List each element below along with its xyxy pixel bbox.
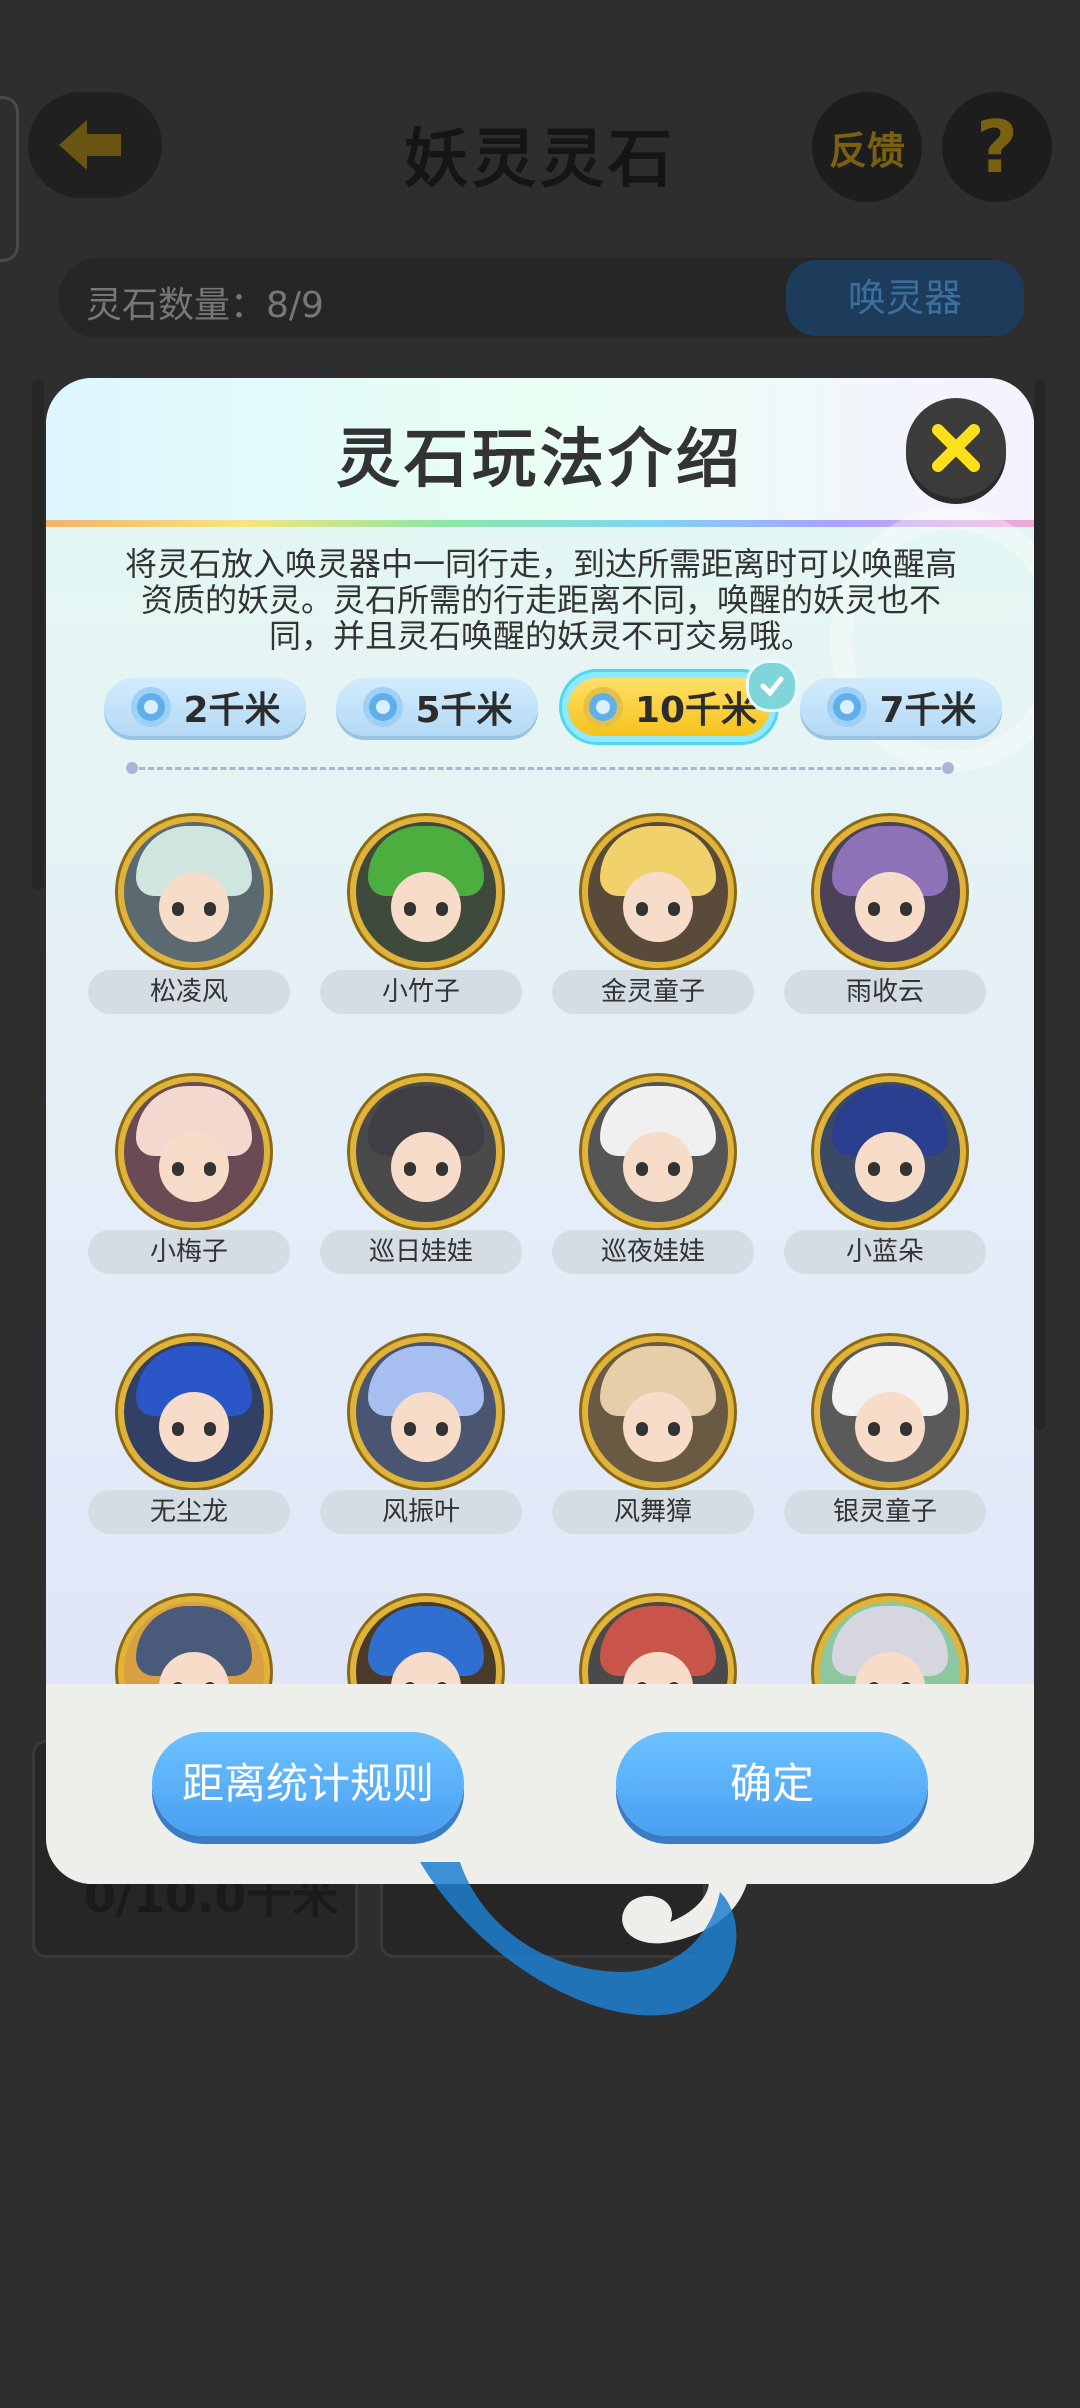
spirit-portrait [350, 816, 502, 968]
spirit-stone-icon [131, 687, 172, 727]
spirit-portrait [814, 816, 966, 968]
spirit-card[interactable]: 巡日娃娃 [320, 1066, 552, 1306]
distance-rules-button[interactable]: 距离统计规则 [152, 1732, 464, 1836]
spirit-card[interactable]: 雨收云 [784, 806, 1016, 1046]
tab-label: 5千米 [415, 690, 513, 731]
dashed-divider [130, 767, 950, 770]
dialog-title: 灵石玩法介绍 [336, 423, 744, 497]
tab-10km[interactable]: 10千米 [568, 678, 770, 736]
stone-count-text: 灵石数量：8/9 [86, 285, 324, 326]
spirit-name: 风振叶 [320, 1490, 522, 1534]
tab-5km[interactable]: 5千米 [336, 678, 538, 736]
spirit-portrait [814, 1076, 966, 1228]
spirit-portrait [582, 1336, 734, 1488]
spirit-portrait [814, 1336, 966, 1488]
spirit-portrait [118, 816, 270, 968]
confirm-button[interactable]: 确定 [616, 1732, 928, 1836]
dialog-tail-ornament [420, 1862, 750, 2016]
spirit-name: 金灵童子 [552, 970, 754, 1014]
tab-label: 10千米 [634, 690, 758, 731]
spirit-portrait [582, 816, 734, 968]
spirit-portrait [118, 1076, 270, 1228]
spirit-card[interactable]: 松凌风 [88, 806, 320, 1046]
background-panel-right [1034, 380, 1046, 1430]
spirit-name: 小梅子 [88, 1230, 290, 1274]
tab-2km[interactable]: 2千米 [104, 678, 306, 736]
spirit-stone-icon [363, 687, 404, 727]
spirit-name: 巡夜娃娃 [552, 1230, 754, 1274]
tab-label: 7千米 [879, 690, 977, 731]
selected-check-icon [746, 660, 798, 712]
stone-intro-dialog: 灵石玩法介绍 将灵石放入唤灵器中一同行走，到达所需距离时可以唤醒高资质的妖灵。灵… [46, 378, 1034, 1884]
spirit-portrait [582, 1076, 734, 1228]
spirit-portrait [350, 1076, 502, 1228]
close-icon [932, 424, 980, 472]
tab-label: 2千米 [183, 690, 281, 731]
spirit-card[interactable]: 小蓝朵 [784, 1066, 1016, 1306]
summon-device-button[interactable]: 唤灵器 [786, 260, 1024, 336]
spirit-card[interactable]: 银灵童子 [784, 1326, 1016, 1566]
spirit-portrait [350, 1336, 502, 1488]
spirit-name: 风舞獐 [552, 1490, 754, 1534]
spirit-card[interactable]: 小竹子 [320, 806, 552, 1046]
help-button[interactable]: ? [942, 92, 1052, 202]
spirit-card[interactable]: 小梅子 [88, 1066, 320, 1306]
spirit-portrait [118, 1336, 270, 1488]
spirit-name: 无尘龙 [88, 1490, 290, 1534]
close-button[interactable] [906, 398, 1006, 498]
spirit-card[interactable]: 金灵童子 [552, 806, 784, 1046]
spirit-name: 巡日娃娃 [320, 1230, 522, 1274]
spirit-name: 松凌风 [88, 970, 290, 1014]
spirit-name: 小蓝朵 [784, 1230, 986, 1274]
feedback-button[interactable]: 反馈 [812, 92, 922, 202]
spirit-name: 银灵童子 [784, 1490, 986, 1534]
spirit-stone-icon [827, 687, 868, 727]
background-panel-left [32, 380, 44, 890]
tab-7km[interactable]: 7千米 [800, 678, 1002, 736]
spirit-card[interactable]: 无尘龙 [88, 1326, 320, 1566]
dialog-description: 将灵石放入唤灵器中一同行走，到达所需距离时可以唤醒高资质的妖灵。灵石所需的行走距… [124, 545, 957, 655]
spirit-name: 雨收云 [784, 970, 986, 1014]
rainbow-divider [46, 520, 1034, 527]
spirit-card[interactable]: 风舞獐 [552, 1326, 784, 1566]
spirit-stone-icon [582, 687, 623, 727]
spirit-card[interactable]: 巡夜娃娃 [552, 1066, 784, 1306]
spirit-name: 小竹子 [320, 970, 522, 1014]
divider-dot [942, 762, 954, 774]
divider-dot [126, 762, 138, 774]
spirit-card[interactable]: 风振叶 [320, 1326, 552, 1566]
